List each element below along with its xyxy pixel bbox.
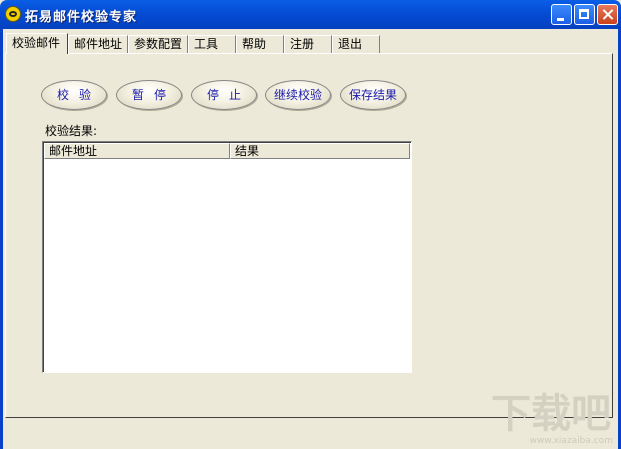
stop-button[interactable]: 停止 xyxy=(191,80,257,110)
watermark-url: www.xiazaiba.com xyxy=(529,436,613,446)
column-header-result[interactable]: 结果 xyxy=(230,143,410,159)
tab-parameter-config[interactable]: 参数配置 xyxy=(128,35,188,53)
title-bar: 拓易邮件校验专家 xyxy=(0,0,621,29)
tab-strip: 校验邮件 邮件地址 参数配置 工具 帮助 注册 退出 xyxy=(6,33,606,54)
app-icon[interactable] xyxy=(5,6,21,22)
continue-verify-button[interactable]: 继续校验 xyxy=(265,80,331,110)
tab-verify-mail[interactable]: 校验邮件 xyxy=(6,33,68,54)
tab-mail-address[interactable]: 邮件地址 xyxy=(68,35,128,53)
pause-button[interactable]: 暂停 xyxy=(116,80,182,110)
window-title: 拓易邮件校验专家 xyxy=(25,10,138,25)
results-label: 校验结果: xyxy=(45,124,98,138)
maximize-button[interactable] xyxy=(574,4,595,25)
watermark-logo: 下载吧 xyxy=(491,391,611,437)
tab-help[interactable]: 帮助 xyxy=(236,35,284,53)
minimize-button[interactable] xyxy=(551,4,572,25)
tab-register[interactable]: 注册 xyxy=(284,35,332,53)
window-border-left xyxy=(0,29,3,449)
verify-button[interactable]: 校验 xyxy=(41,80,107,110)
tab-tools[interactable]: 工具 xyxy=(188,35,236,53)
tab-exit[interactable]: 退出 xyxy=(332,35,380,53)
results-list[interactable]: 邮件地址 结果 xyxy=(42,141,412,373)
save-results-button[interactable]: 保存结果 xyxy=(340,80,406,110)
results-list-header: 邮件地址 结果 xyxy=(44,143,410,159)
close-button[interactable] xyxy=(597,4,618,25)
column-header-mail-address[interactable]: 邮件地址 xyxy=(44,143,230,159)
